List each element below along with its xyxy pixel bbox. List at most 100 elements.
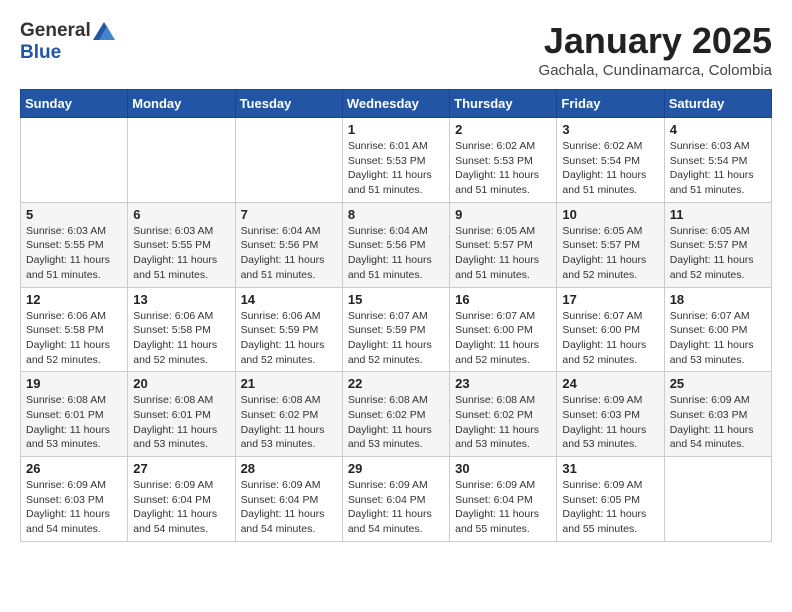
- day-info-11: Sunrise: 6:05 AM Sunset: 5:57 PM Dayligh…: [670, 224, 766, 283]
- day-info-26: Sunrise: 6:09 AM Sunset: 6:03 PM Dayligh…: [26, 478, 122, 537]
- calendar-day-10: 10 Sunrise: 6:05 AM Sunset: 5:57 PM Dayli…: [557, 202, 664, 287]
- logo-icon: [93, 22, 115, 40]
- day-number-30: 30: [455, 461, 551, 476]
- day-info-4: Sunrise: 6:03 AM Sunset: 5:54 PM Dayligh…: [670, 139, 766, 198]
- weekday-header-monday: Monday: [128, 90, 235, 118]
- calendar-day-22: 22Sunrise: 6:08 AM Sunset: 6:02 PM Dayli…: [342, 372, 449, 457]
- day-number-12: 12: [26, 292, 122, 307]
- day-number-1: 1: [348, 122, 444, 137]
- day-number-25: 25: [670, 376, 766, 391]
- day-number-18: 18: [670, 292, 766, 307]
- calendar-day-5: 5 Sunrise: 6:03 AM Sunset: 5:55 PM Daylig…: [21, 202, 128, 287]
- calendar-empty-cell: [128, 118, 235, 203]
- calendar-week-5: 26 Sunrise: 6:09 AM Sunset: 6:03 PM Dayli…: [21, 457, 772, 542]
- calendar-day-11: 11 Sunrise: 6:05 AM Sunset: 5:57 PM Dayli…: [664, 202, 771, 287]
- calendar-day-25: 25 Sunrise: 6:09 AM Sunset: 6:03 PM Dayli…: [664, 372, 771, 457]
- day-info-21: Sunrise: 6:08 AM Sunset: 6:02 PM Dayligh…: [241, 393, 337, 452]
- day-info-15: Sunrise: 6:07 AM Sunset: 5:59 PM Dayligh…: [348, 309, 444, 368]
- day-number-23: 23: [455, 376, 551, 391]
- day-info-23: Sunrise: 6:08 AM Sunset: 6:02 PM Dayligh…: [455, 393, 551, 452]
- day-number-28: 28: [241, 461, 337, 476]
- calendar-day-4: 4 Sunrise: 6:03 AM Sunset: 5:54 PM Daylig…: [664, 118, 771, 203]
- day-info-1: Sunrise: 6:01 AM Sunset: 5:53 PM Dayligh…: [348, 139, 444, 198]
- weekday-header-saturday: Saturday: [664, 90, 771, 118]
- day-info-17: Sunrise: 6:07 AM Sunset: 6:00 PM Dayligh…: [562, 309, 658, 368]
- day-number-31: 31: [562, 461, 658, 476]
- day-number-3: 3: [562, 122, 658, 137]
- calendar-day-3: 3 Sunrise: 6:02 AM Sunset: 5:54 PM Daylig…: [557, 118, 664, 203]
- weekday-header-friday: Friday: [557, 90, 664, 118]
- calendar-day-27: 27Sunrise: 6:09 AM Sunset: 6:04 PM Dayli…: [128, 457, 235, 542]
- calendar-day-23: 23 Sunrise: 6:08 AM Sunset: 6:02 PM Dayli…: [450, 372, 557, 457]
- day-number-19: 19: [26, 376, 122, 391]
- day-number-29: 29: [348, 461, 444, 476]
- logo-general-text: General: [20, 20, 91, 42]
- weekday-header-sunday: Sunday: [21, 90, 128, 118]
- day-info-12: Sunrise: 6:06 AM Sunset: 5:58 PM Dayligh…: [26, 309, 122, 368]
- day-info-30: Sunrise: 6:09 AM Sunset: 6:04 PM Dayligh…: [455, 478, 551, 537]
- day-number-4: 4: [670, 122, 766, 137]
- calendar-day-17: 17 Sunrise: 6:07 AM Sunset: 6:00 PM Dayli…: [557, 287, 664, 372]
- day-info-3: Sunrise: 6:02 AM Sunset: 5:54 PM Dayligh…: [562, 139, 658, 198]
- day-info-24: Sunrise: 6:09 AM Sunset: 6:03 PM Dayligh…: [562, 393, 658, 452]
- day-info-16: Sunrise: 6:07 AM Sunset: 6:00 PM Dayligh…: [455, 309, 551, 368]
- calendar-day-29: 29 Sunrise: 6:09 AM Sunset: 6:04 PM Dayli…: [342, 457, 449, 542]
- day-number-8: 8: [348, 207, 444, 222]
- location-title: Gachala, Cundinamarca, Colombia: [539, 62, 772, 79]
- weekday-header-tuesday: Tuesday: [235, 90, 342, 118]
- calendar-day-7: 7 Sunrise: 6:04 AM Sunset: 5:56 PM Daylig…: [235, 202, 342, 287]
- calendar-day-26: 26 Sunrise: 6:09 AM Sunset: 6:03 PM Dayli…: [21, 457, 128, 542]
- day-number-11: 11: [670, 207, 766, 222]
- day-info-20: Sunrise: 6:08 AM Sunset: 6:01 PM Dayligh…: [133, 393, 229, 452]
- page-header: General Blue January 2025 Gachala, Cundi…: [20, 20, 772, 79]
- day-info-18: Sunrise: 6:07 AM Sunset: 6:00 PM Dayligh…: [670, 309, 766, 368]
- calendar-day-24: 24Sunrise: 6:09 AM Sunset: 6:03 PM Dayli…: [557, 372, 664, 457]
- day-info-5: Sunrise: 6:03 AM Sunset: 5:55 PM Dayligh…: [26, 224, 122, 283]
- day-info-29: Sunrise: 6:09 AM Sunset: 6:04 PM Dayligh…: [348, 478, 444, 537]
- calendar-empty-cell: [21, 118, 128, 203]
- day-number-27: 27: [133, 461, 229, 476]
- day-number-20: 20: [133, 376, 229, 391]
- day-info-8: Sunrise: 6:04 AM Sunset: 5:56 PM Dayligh…: [348, 224, 444, 283]
- calendar-day-21: 21 Sunrise: 6:08 AM Sunset: 6:02 PM Dayli…: [235, 372, 342, 457]
- calendar-table: SundayMondayTuesdayWednesdayThursdayFrid…: [20, 89, 772, 542]
- day-number-26: 26: [26, 461, 122, 476]
- day-number-6: 6: [133, 207, 229, 222]
- day-number-10: 10: [562, 207, 658, 222]
- day-number-21: 21: [241, 376, 337, 391]
- title-block: January 2025 Gachala, Cundinamarca, Colo…: [539, 20, 772, 79]
- calendar-day-31: 31 Sunrise: 6:09 AM Sunset: 6:05 PM Dayli…: [557, 457, 664, 542]
- day-info-9: Sunrise: 6:05 AM Sunset: 5:57 PM Dayligh…: [455, 224, 551, 283]
- day-number-15: 15: [348, 292, 444, 307]
- calendar-day-16: 16 Sunrise: 6:07 AM Sunset: 6:00 PM Dayli…: [450, 287, 557, 372]
- calendar-day-18: 18 Sunrise: 6:07 AM Sunset: 6:00 PM Dayli…: [664, 287, 771, 372]
- day-info-6: Sunrise: 6:03 AM Sunset: 5:55 PM Dayligh…: [133, 224, 229, 283]
- day-info-2: Sunrise: 6:02 AM Sunset: 5:53 PM Dayligh…: [455, 139, 551, 198]
- calendar-day-14: 14Sunrise: 6:06 AM Sunset: 5:59 PM Dayli…: [235, 287, 342, 372]
- calendar-day-30: 30 Sunrise: 6:09 AM Sunset: 6:04 PM Dayli…: [450, 457, 557, 542]
- day-number-22: 22: [348, 376, 444, 391]
- calendar-week-1: 1 Sunrise: 6:01 AM Sunset: 5:53 PM Daylig…: [21, 118, 772, 203]
- calendar-day-1: 1 Sunrise: 6:01 AM Sunset: 5:53 PM Daylig…: [342, 118, 449, 203]
- calendar-empty-cell: [664, 457, 771, 542]
- day-info-13: Sunrise: 6:06 AM Sunset: 5:58 PM Dayligh…: [133, 309, 229, 368]
- calendar-day-8: 8 Sunrise: 6:04 AM Sunset: 5:56 PM Daylig…: [342, 202, 449, 287]
- day-number-7: 7: [241, 207, 337, 222]
- day-number-5: 5: [26, 207, 122, 222]
- day-number-13: 13: [133, 292, 229, 307]
- day-number-17: 17: [562, 292, 658, 307]
- logo: General Blue: [20, 20, 115, 64]
- day-number-16: 16: [455, 292, 551, 307]
- day-info-10: Sunrise: 6:05 AM Sunset: 5:57 PM Dayligh…: [562, 224, 658, 283]
- day-info-7: Sunrise: 6:04 AM Sunset: 5:56 PM Dayligh…: [241, 224, 337, 283]
- month-title: January 2025: [539, 20, 772, 62]
- calendar-week-3: 12 Sunrise: 6:06 AM Sunset: 5:58 PM Dayli…: [21, 287, 772, 372]
- calendar-day-28: 28Sunrise: 6:09 AM Sunset: 6:04 PM Dayli…: [235, 457, 342, 542]
- calendar-week-2: 5 Sunrise: 6:03 AM Sunset: 5:55 PM Daylig…: [21, 202, 772, 287]
- logo-blue-text: Blue: [20, 42, 61, 63]
- day-info-14: Sunrise: 6:06 AM Sunset: 5:59 PM Dayligh…: [241, 309, 337, 368]
- day-info-25: Sunrise: 6:09 AM Sunset: 6:03 PM Dayligh…: [670, 393, 766, 452]
- day-number-2: 2: [455, 122, 551, 137]
- calendar-empty-cell: [235, 118, 342, 203]
- day-info-31: Sunrise: 6:09 AM Sunset: 6:05 PM Dayligh…: [562, 478, 658, 537]
